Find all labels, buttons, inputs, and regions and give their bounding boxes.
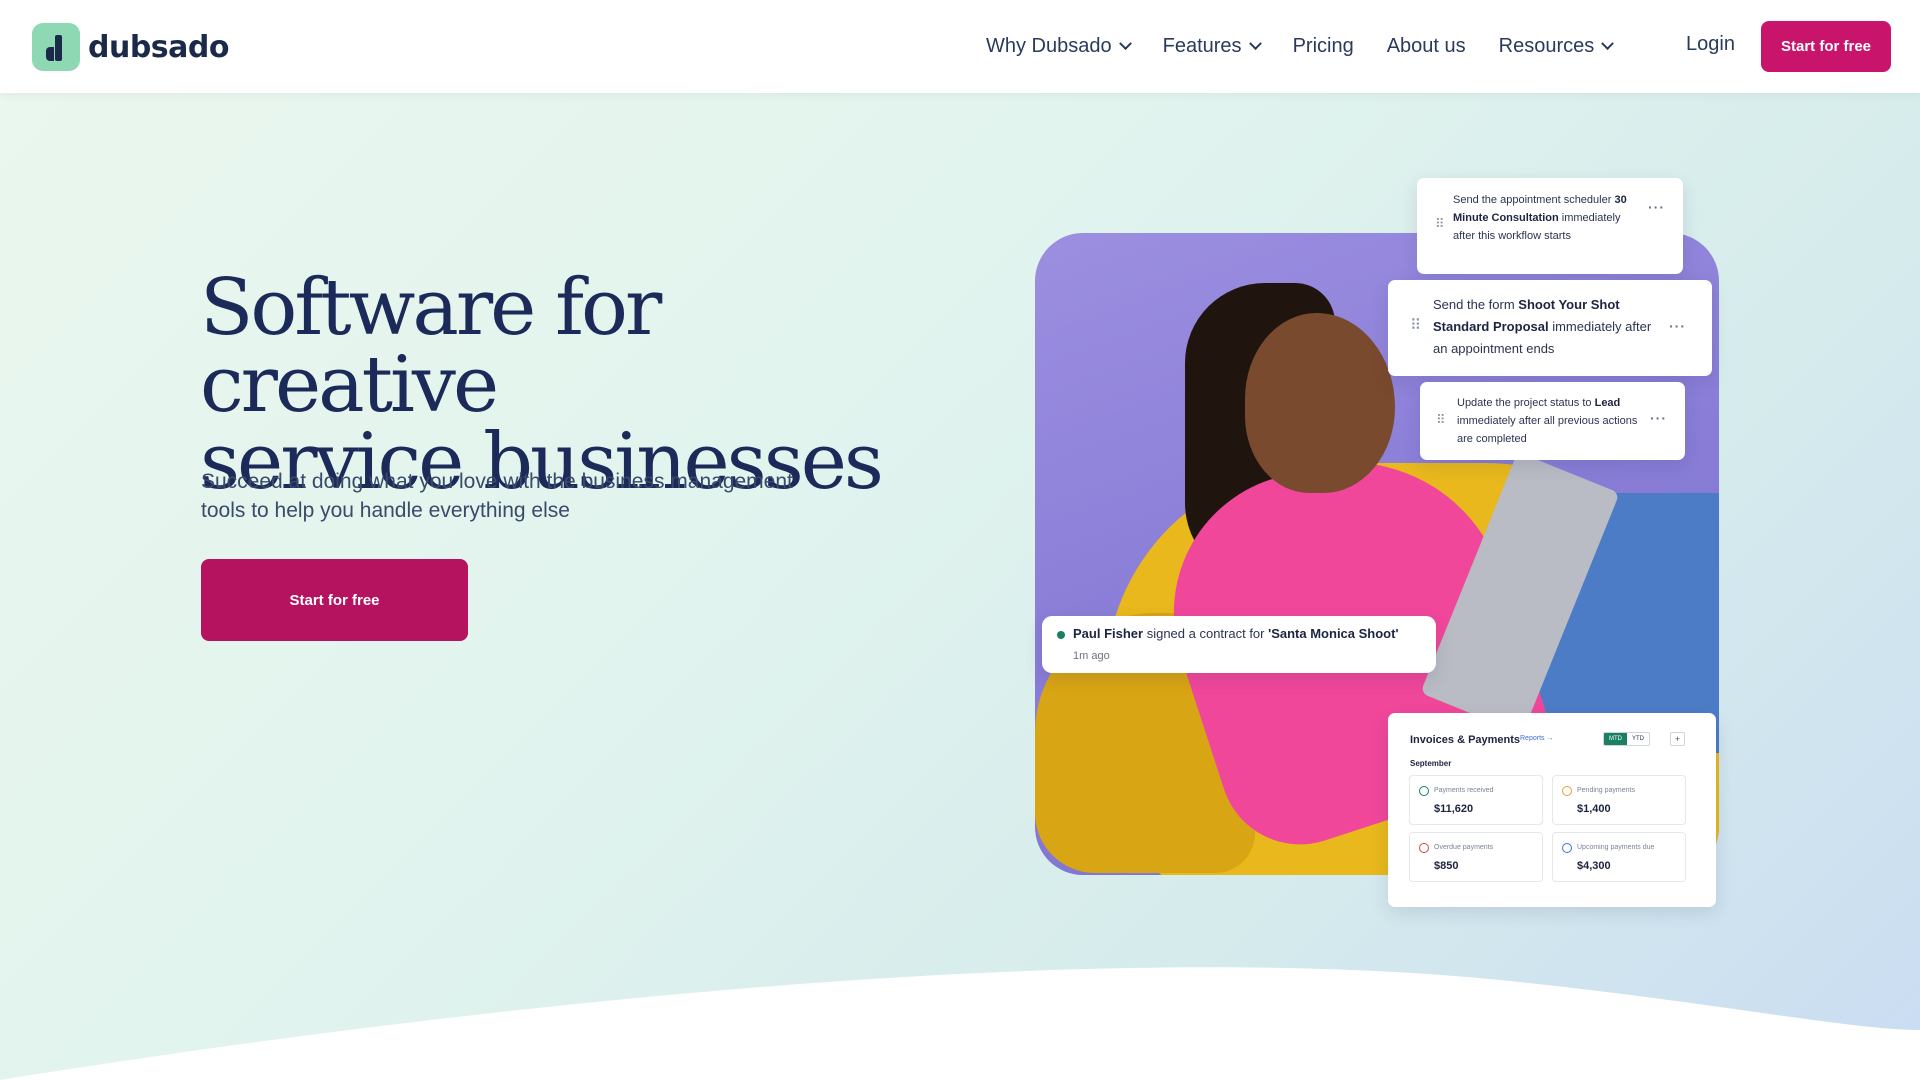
- calendar-circle-icon: [1562, 843, 1572, 853]
- workflow-card-form: ⠿ Send the form Shoot Your Shot Standard…: [1388, 280, 1712, 376]
- alert-circle-icon: [1419, 843, 1429, 853]
- pending-payments-tile: Pending payments $1,400: [1552, 775, 1686, 825]
- chevron-down-icon: [1118, 37, 1132, 51]
- nav-pricing[interactable]: Pricing: [1293, 35, 1354, 58]
- overdue-payments-tile: Overdue payments $850: [1409, 832, 1543, 882]
- more-options-icon[interactable]: ···: [1650, 410, 1667, 426]
- check-circle-icon: [1419, 786, 1429, 796]
- nav-features[interactable]: Features: [1163, 35, 1262, 58]
- widget-title: Invoices & Payments: [1410, 734, 1521, 746]
- contract-signed-notification: Paul Fisher signed a contract for 'Santa…: [1042, 616, 1436, 673]
- more-options-icon[interactable]: ···: [1648, 199, 1665, 215]
- bottom-wave: [0, 967, 1920, 1080]
- drag-handle-icon: ⠿: [1435, 216, 1446, 231]
- main-nav: Why Dubsado Features Pricing About us Re…: [986, 0, 1645, 93]
- add-button[interactable]: +: [1670, 732, 1685, 746]
- header-start-free-button[interactable]: Start for free: [1761, 21, 1891, 72]
- more-options-icon[interactable]: ···: [1669, 318, 1686, 334]
- login-link[interactable]: Login: [1686, 33, 1735, 56]
- nav-why-dubsado[interactable]: Why Dubsado: [986, 35, 1132, 58]
- reports-link[interactable]: Reports →: [1520, 735, 1553, 742]
- site-header: dubsado Why Dubsado Features Pricing Abo…: [0, 0, 1920, 93]
- period-toggle: MTD YTD: [1603, 732, 1650, 746]
- hero-start-free-button[interactable]: Start for free: [201, 559, 468, 641]
- chevron-down-icon: [1601, 37, 1615, 51]
- brand-logo[interactable]: dubsado: [32, 22, 230, 72]
- clock-icon: [1562, 786, 1572, 796]
- toggle-ytd[interactable]: YTD: [1627, 733, 1649, 745]
- upcoming-payments-tile: Upcoming payments due $4,300: [1552, 832, 1686, 882]
- drag-handle-icon: ⠿: [1410, 317, 1422, 334]
- logo-mark-icon: [32, 23, 80, 71]
- month-label: September: [1410, 759, 1452, 768]
- nav-resources[interactable]: Resources: [1499, 35, 1615, 58]
- drag-handle-icon: ⠿: [1436, 412, 1447, 427]
- logo-text: dubsado: [88, 29, 230, 65]
- chevron-down-icon: [1248, 37, 1262, 51]
- payments-received-tile: Payments received $11,620: [1409, 775, 1543, 825]
- invoices-payments-widget: Invoices & Payments Reports → MTD YTD + …: [1388, 713, 1716, 907]
- hero-subtitle: Succeed at doing what you love with the …: [201, 470, 793, 522]
- status-dot-icon: [1057, 631, 1065, 639]
- toggle-mtd[interactable]: MTD: [1604, 733, 1627, 745]
- notification-time: 1m ago: [1073, 650, 1110, 662]
- workflow-card-scheduler: ⠿ Send the appointment scheduler 30 Minu…: [1417, 178, 1683, 274]
- nav-about-us[interactable]: About us: [1387, 35, 1466, 58]
- workflow-card-status: ⠿ Update the project status to Lead imme…: [1420, 382, 1685, 460]
